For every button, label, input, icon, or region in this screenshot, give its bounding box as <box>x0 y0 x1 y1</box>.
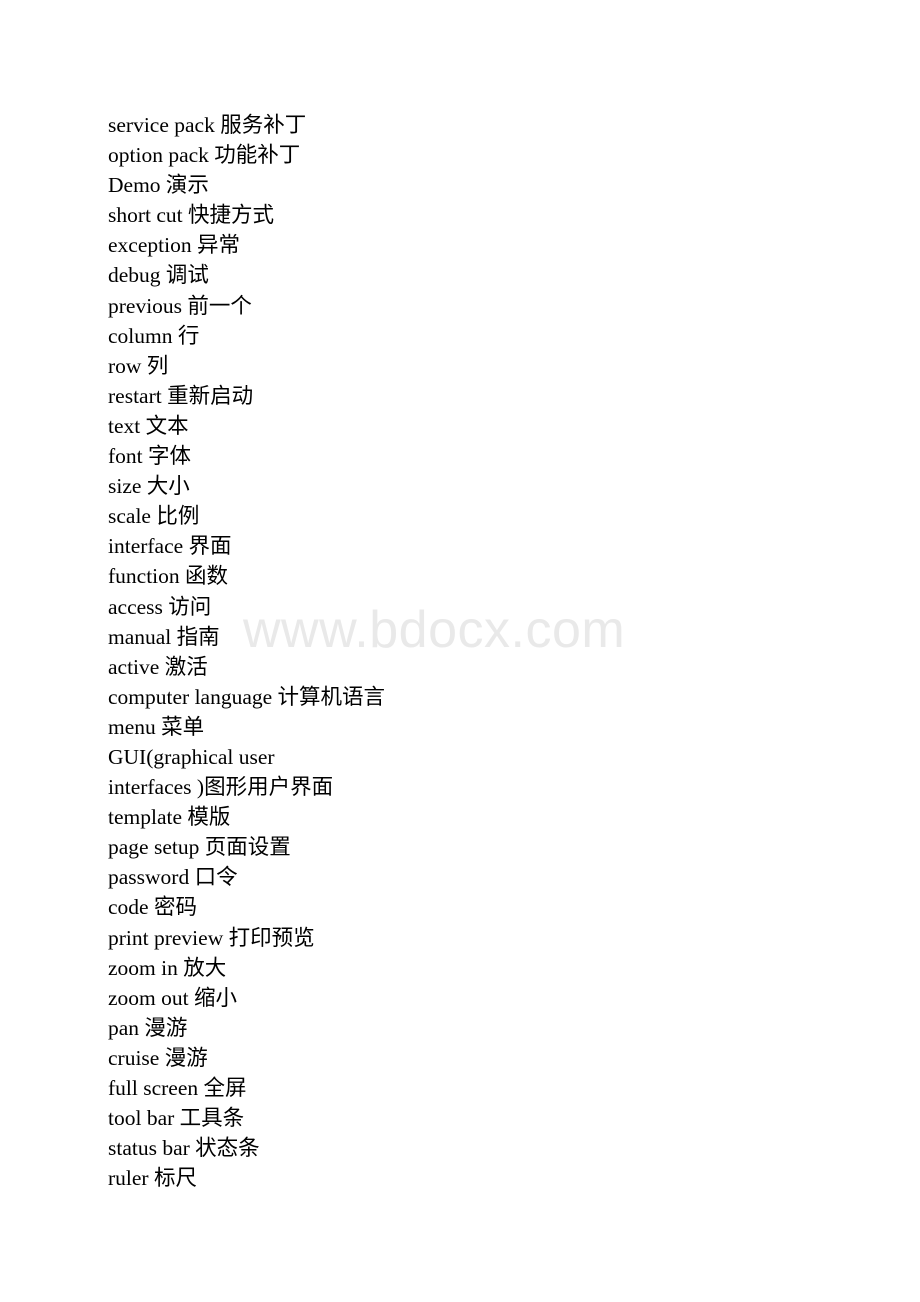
glossary-entry: pan 漫游 <box>108 1015 188 1040</box>
glossary-entry: page setup 页面设置 <box>108 835 291 860</box>
glossary-entry: zoom out 缩小 <box>108 985 237 1010</box>
glossary-entry: active 激活 <box>108 654 208 679</box>
glossary-entry: computer language 计算机语言 <box>108 684 386 709</box>
glossary-entry: tool bar 工具条 <box>108 1106 245 1131</box>
glossary-entry: full screen 全屏 <box>108 1076 247 1100</box>
glossary-entry: restart 重新启动 <box>108 383 254 408</box>
glossary-entry: scale 比例 <box>108 504 200 529</box>
document-page: www.bdocx.com service pack 服务补丁 option pa… <box>0 0 920 1302</box>
glossary-entry: option pack 功能补丁 <box>108 143 301 168</box>
glossary-entry: function 函数 <box>108 564 229 589</box>
glossary-entry: row 列 <box>108 353 169 378</box>
glossary-entry: ruler 标尺 <box>108 1166 197 1191</box>
glossary-entry: password 口令 <box>108 865 238 890</box>
glossary-entry: interface 界面 <box>108 534 232 559</box>
glossary-entry: zoom in 放大 <box>108 955 227 980</box>
glossary-list: service pack 服务补丁 option pack 功能补丁 Demo 演示… <box>108 110 868 1193</box>
glossary-entry: GUI(graphical user <box>108 744 275 769</box>
glossary-entry: short cut 快捷方式 <box>108 203 275 228</box>
glossary-entry: code 密码 <box>108 895 197 920</box>
glossary-entry: exception 异常 <box>108 233 240 258</box>
glossary-entry: Demo 演示 <box>108 173 209 198</box>
glossary-entry: column 行 <box>108 323 200 348</box>
glossary-entry: template 模版 <box>108 805 231 830</box>
glossary-entry: print preview 打印预览 <box>108 925 315 950</box>
glossary-entry: menu 菜单 <box>108 714 205 739</box>
glossary-entry: access 访问 <box>108 594 212 619</box>
glossary-entry: service pack 服务补丁 <box>108 113 307 137</box>
glossary-entry: interfaces )图形用户界面 <box>108 775 334 800</box>
glossary-entry: size 大小 <box>108 474 190 499</box>
glossary-entry: cruise 漫游 <box>108 1045 208 1070</box>
glossary-entry: debug 调试 <box>108 263 209 288</box>
glossary-entry: font 字体 <box>108 444 192 469</box>
glossary-entry: previous 前一个 <box>108 293 252 318</box>
glossary-entry: status bar 状态条 <box>108 1136 260 1161</box>
glossary-entry: text 文本 <box>108 413 189 438</box>
glossary-entry: manual 指南 <box>108 624 220 649</box>
